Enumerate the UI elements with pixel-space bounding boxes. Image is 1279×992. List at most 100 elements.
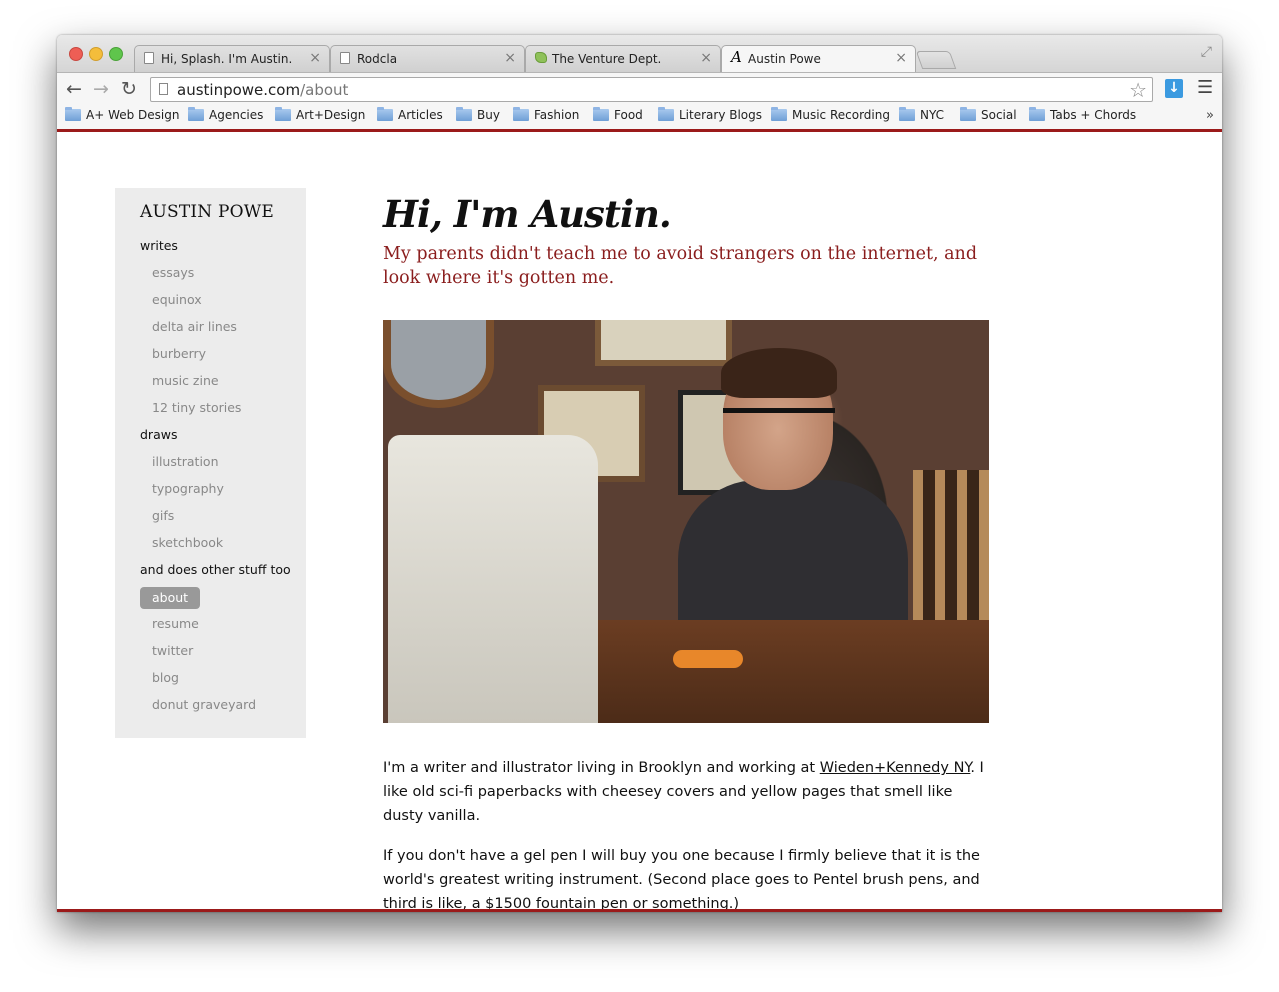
tab-close-icon[interactable]: × bbox=[504, 50, 516, 66]
bookmark-label: Agencies bbox=[209, 108, 264, 122]
fullscreen-icon[interactable]: ⤢ bbox=[1201, 44, 1212, 60]
tab-close-icon[interactable]: × bbox=[700, 50, 712, 66]
about-text: I'm a writer and illustrator living in B… bbox=[383, 756, 989, 912]
page-heading: Hi, I'm Austin. bbox=[383, 192, 672, 236]
nav-item-twitter[interactable]: twitter bbox=[140, 641, 291, 668]
nav-label: and does other stuff too bbox=[140, 562, 291, 577]
bookmarks-overflow-icon[interactable]: » bbox=[1206, 108, 1214, 123]
nav-item-typography[interactable]: typography bbox=[140, 479, 291, 506]
folder-icon bbox=[960, 107, 976, 121]
nav-item-equinox[interactable]: equinox bbox=[140, 290, 291, 317]
download-icon[interactable]: ↓ bbox=[1165, 79, 1183, 98]
nav-section-draws: draws bbox=[140, 425, 291, 452]
tab-rodcla[interactable]: Rodcla × bbox=[330, 45, 525, 72]
zoom-window-button[interactable] bbox=[109, 47, 123, 61]
scissors bbox=[673, 650, 743, 668]
bookmarks-bar: A+ Web Design Agencies Art+Design Articl… bbox=[57, 105, 1222, 132]
wieden-kennedy-link[interactable]: Wieden+Kennedy NY bbox=[820, 760, 971, 776]
bookmark-folder[interactable]: NYC bbox=[899, 107, 944, 122]
nav-item-12-tiny-stories[interactable]: 12 tiny stories bbox=[140, 398, 291, 425]
nav-item-illustration[interactable]: illustration bbox=[140, 452, 291, 479]
bookmark-folder[interactable]: A+ Web Design bbox=[65, 107, 180, 122]
nav-label: 12 tiny stories bbox=[152, 400, 242, 415]
bookmark-folder[interactable]: Music Recording bbox=[771, 107, 890, 122]
back-arrow-icon[interactable]: ← bbox=[66, 78, 82, 100]
bookmark-folder[interactable]: Articles bbox=[377, 107, 443, 122]
folder-icon bbox=[275, 107, 291, 121]
bookmark-folder[interactable]: Buy bbox=[456, 107, 500, 122]
tab-close-icon[interactable]: × bbox=[895, 50, 907, 66]
nav-label: delta air lines bbox=[152, 319, 237, 334]
leaf-icon bbox=[535, 52, 547, 63]
forward-arrow-icon[interactable]: → bbox=[93, 78, 109, 100]
menu-icon[interactable]: ☰ bbox=[1197, 77, 1213, 98]
bookmark-folder[interactable]: Tabs + Chords bbox=[1029, 107, 1137, 122]
nav-item-blog[interactable]: blog bbox=[140, 668, 291, 695]
glasses bbox=[723, 408, 835, 439]
tab-austin-powe[interactable]: A Austin Powe × bbox=[721, 45, 916, 73]
bookmark-folder[interactable]: Social bbox=[960, 107, 1017, 122]
nav-item-about[interactable]: about bbox=[140, 587, 291, 614]
bookmark-label: Social bbox=[981, 108, 1017, 122]
new-tab-button[interactable] bbox=[915, 51, 957, 69]
nav-label: draws bbox=[140, 427, 178, 442]
nav-item-donut-graveyard[interactable]: donut graveyard bbox=[140, 695, 291, 722]
nav-label: donut graveyard bbox=[152, 697, 257, 712]
sidebar: AUSTIN POWE writes essays equinox delta … bbox=[115, 188, 306, 738]
folder-icon bbox=[456, 107, 472, 121]
bookmark-folder[interactable]: Art+Design bbox=[275, 107, 365, 122]
browser-window: Hi, Splash. I'm Austin. × Rodcla × The V… bbox=[57, 35, 1222, 912]
nav-label: equinox bbox=[152, 292, 202, 307]
nav-label: illustration bbox=[152, 454, 219, 469]
main-content: Hi, I'm Austin. My parents didn't teach … bbox=[383, 192, 989, 912]
tab-hi-splash[interactable]: Hi, Splash. I'm Austin. × bbox=[134, 45, 330, 72]
address-bar[interactable]: austinpowe.com/about ☆ bbox=[150, 77, 1153, 102]
bookmark-label: Articles bbox=[398, 108, 443, 122]
nav-item-resume[interactable]: resume bbox=[140, 614, 291, 641]
text: I'm a writer and illustrator living in B… bbox=[383, 760, 820, 776]
nav-label: typography bbox=[152, 481, 224, 496]
bookmark-label: Music Recording bbox=[792, 108, 890, 122]
tab-label: Austin Powe bbox=[748, 52, 821, 66]
nav-list: writes essays equinox delta air lines bu… bbox=[140, 236, 291, 722]
tab-close-icon[interactable]: × bbox=[309, 50, 321, 66]
minimize-window-button[interactable] bbox=[89, 47, 103, 61]
page-subtitle: My parents didn't teach me to avoid stra… bbox=[383, 244, 978, 288]
nav-item-gifs[interactable]: gifs bbox=[140, 506, 291, 533]
close-window-button[interactable] bbox=[69, 47, 83, 61]
tab-label: The Venture Dept. bbox=[552, 52, 662, 66]
table bbox=[583, 620, 989, 723]
url-host: austinpowe.com bbox=[177, 81, 301, 99]
bookmark-label: A+ Web Design bbox=[86, 108, 180, 122]
reload-icon[interactable]: ↻ bbox=[121, 78, 137, 100]
url-text[interactable]: austinpowe.com/about bbox=[177, 81, 348, 99]
bookmark-label: Tabs + Chords bbox=[1050, 108, 1137, 122]
folder-icon bbox=[1029, 107, 1045, 121]
browser-toolbar: ← → ↻ austinpowe.com/about ☆ ↓ ☰ bbox=[57, 72, 1222, 106]
paragraph: I'm a writer and illustrator living in B… bbox=[383, 756, 989, 828]
profile-photo bbox=[383, 320, 989, 723]
folder-icon bbox=[658, 107, 674, 121]
site-title[interactable]: AUSTIN POWE bbox=[140, 202, 274, 222]
tab-venture-dept[interactable]: The Venture Dept. × bbox=[525, 45, 721, 72]
nav-item-music-zine[interactable]: music zine bbox=[140, 371, 291, 398]
nav-item-essays[interactable]: essays bbox=[140, 263, 291, 290]
bookmark-folder[interactable]: Food bbox=[593, 107, 643, 122]
nav-label: blog bbox=[152, 670, 179, 685]
bookmark-label: Food bbox=[614, 108, 643, 122]
tab-label: Rodcla bbox=[357, 52, 398, 66]
bookmark-folder[interactable]: Literary Blogs bbox=[658, 107, 762, 122]
folder-icon bbox=[377, 107, 393, 121]
folder-icon bbox=[513, 107, 529, 121]
bookmark-folder[interactable]: Fashion bbox=[513, 107, 579, 122]
nav-item-sketchbook[interactable]: sketchbook bbox=[140, 533, 291, 560]
nav-label: gifs bbox=[152, 508, 175, 523]
nav-item-burberry[interactable]: burberry bbox=[140, 344, 291, 371]
bookmark-star-icon[interactable]: ☆ bbox=[1129, 78, 1147, 102]
bookmark-folder[interactable]: Agencies bbox=[188, 107, 264, 122]
nav-item-delta-air-lines[interactable]: delta air lines bbox=[140, 317, 291, 344]
page-icon bbox=[144, 52, 154, 64]
tab-strip: Hi, Splash. I'm Austin. × Rodcla × The V… bbox=[57, 35, 1222, 73]
folder-icon bbox=[771, 107, 787, 121]
folder-icon bbox=[65, 107, 81, 121]
